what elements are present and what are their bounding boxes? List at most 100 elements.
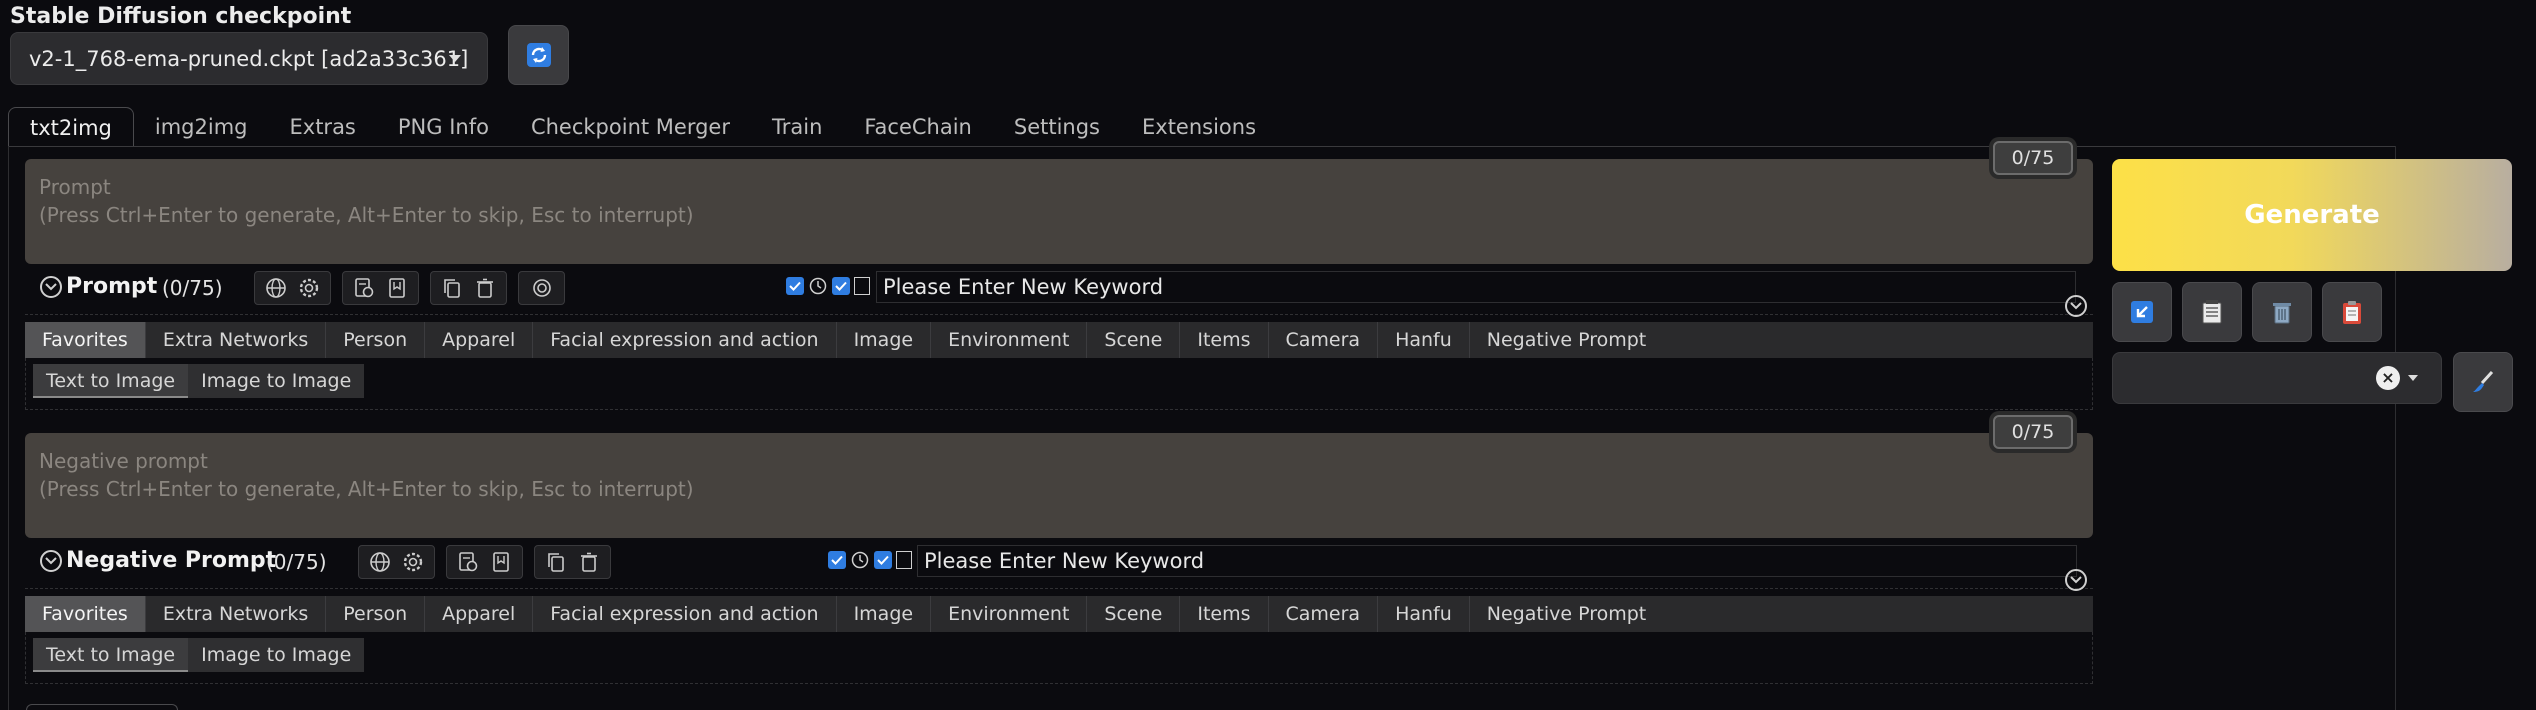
negative-expand-button[interactable] <box>2065 569 2087 591</box>
subtab-text-to-image[interactable]: Text to Image <box>33 638 189 672</box>
negative-prompt-label: Negative Prompt <box>66 548 277 573</box>
negative-prompt-collapse-toggle[interactable] <box>40 550 62 572</box>
history-icon <box>354 278 374 298</box>
negative-keyword-input[interactable]: Please Enter New Keyword <box>917 545 2077 577</box>
prompt-keyword-input[interactable]: Please Enter New Keyword <box>876 271 2076 303</box>
apply-styles-button[interactable] <box>2322 282 2382 342</box>
category-extra-networks[interactable]: Extra Networks <box>146 322 327 358</box>
keyword-option-checkbox[interactable] <box>854 277 870 295</box>
category-hanfu[interactable]: Hanfu <box>1378 322 1470 358</box>
keyword-enable-checkbox[interactable] <box>874 551 892 569</box>
tab-extensions[interactable]: Extensions <box>1121 107 1277 147</box>
auto-translate-checkbox[interactable] <box>828 551 846 569</box>
category-favorites[interactable]: Favorites <box>25 322 146 358</box>
prompt-expand-button[interactable] <box>2065 295 2087 317</box>
read-params-button[interactable] <box>2112 282 2172 342</box>
subtab-text-to-image[interactable]: Text to Image <box>33 364 189 398</box>
tab-img2img[interactable]: img2img <box>134 107 269 147</box>
checkpoint-title: Stable Diffusion checkpoint <box>10 4 352 29</box>
negative-keyword-toggles <box>828 550 912 570</box>
category-negative-prompt[interactable]: Negative Prompt <box>1470 322 1663 358</box>
prompt-keyword-toggles <box>786 276 870 296</box>
tab-txt2img[interactable]: txt2img <box>8 107 134 147</box>
tab-train[interactable]: Train <box>751 107 843 147</box>
copy-button[interactable] <box>542 548 570 576</box>
clear-styles-icon[interactable]: × <box>2376 366 2400 390</box>
chevron-down-icon <box>45 557 57 565</box>
category-scene[interactable]: Scene <box>1087 596 1181 632</box>
prompt-token-counter: 0/75 <box>1993 141 2073 175</box>
generate-button[interactable]: Generate <box>2112 159 2512 271</box>
refresh-checkpoint-button[interactable] <box>508 25 569 85</box>
negative-translate-group <box>358 545 435 579</box>
keyword-option-checkbox[interactable] <box>896 551 912 569</box>
translate-button[interactable] <box>262 274 290 302</box>
category-environment[interactable]: Environment <box>931 322 1088 358</box>
styles-dropdown[interactable]: × <box>2112 352 2442 404</box>
checkpoint-dropdown[interactable]: v2-1_768-ema-pruned.ckpt [ad2a33c361] <box>10 32 488 85</box>
clipboard-icon <box>2343 301 2361 324</box>
category-apparel[interactable]: Apparel <box>425 322 534 358</box>
clear-button[interactable] <box>575 548 603 576</box>
category-person[interactable]: Person <box>326 322 426 358</box>
category-person[interactable]: Person <box>326 596 426 632</box>
prompt-textarea[interactable]: Prompt (Press Ctrl+Enter to generate, Al… <box>25 159 2093 264</box>
trash-icon <box>581 552 598 572</box>
translate-button[interactable] <box>366 548 394 576</box>
gear-icon <box>300 278 319 298</box>
tab-facechain[interactable]: FaceChain <box>843 107 992 147</box>
negative-prompt-placeholder-hint: (Press Ctrl+Enter to generate, Alt+Enter… <box>39 477 694 501</box>
clear-button[interactable] <box>471 274 499 302</box>
category-facial-expression[interactable]: Facial expression and action <box>533 596 837 632</box>
main-tabs: txt2img img2img Extras PNG Info Checkpoi… <box>8 107 1277 147</box>
auto-translate-checkbox[interactable] <box>786 277 804 295</box>
edit-styles-button[interactable] <box>2453 352 2513 412</box>
keyword-enable-checkbox[interactable] <box>832 277 850 295</box>
chevron-down-icon <box>2070 302 2082 310</box>
chatgpt-button[interactable] <box>528 274 556 302</box>
checkpoint-selected-value: v2-1_768-ema-pruned.ckpt [ad2a33c361] <box>29 46 469 71</box>
notepad-icon <box>2202 300 2222 324</box>
category-apparel[interactable]: Apparel <box>425 596 534 632</box>
history-button[interactable] <box>350 274 378 302</box>
prompt-placeholder: Prompt <box>39 175 111 199</box>
bookmark-button[interactable] <box>487 548 515 576</box>
category-camera[interactable]: Camera <box>1269 322 1379 358</box>
tab-extras[interactable]: Extras <box>269 107 377 147</box>
category-items[interactable]: Items <box>1180 322 1269 358</box>
tab-png-info[interactable]: PNG Info <box>377 107 510 147</box>
next-section-edge <box>26 704 178 710</box>
clear-prompt-button[interactable] <box>2252 282 2312 342</box>
category-scene[interactable]: Scene <box>1087 322 1181 358</box>
prompt-collapse-toggle[interactable] <box>40 276 62 298</box>
category-hanfu[interactable]: Hanfu <box>1378 596 1470 632</box>
category-image[interactable]: Image <box>837 322 932 358</box>
prompt-history-group <box>342 271 419 305</box>
translate-settings-button[interactable] <box>399 548 427 576</box>
history-icon <box>458 552 478 572</box>
subtab-image-to-image[interactable]: Image to Image <box>188 638 364 672</box>
subtab-image-to-image[interactable]: Image to Image <box>188 364 364 398</box>
category-environment[interactable]: Environment <box>931 596 1088 632</box>
category-image[interactable]: Image <box>837 596 932 632</box>
translate-settings-button[interactable] <box>295 274 323 302</box>
category-extra-networks[interactable]: Extra Networks <box>146 596 327 632</box>
tab-settings[interactable]: Settings <box>993 107 1121 147</box>
category-camera[interactable]: Camera <box>1269 596 1379 632</box>
arrow-down-left-icon <box>2131 301 2153 323</box>
chevron-down-icon <box>45 283 57 291</box>
category-items[interactable]: Items <box>1180 596 1269 632</box>
category-facial-expression[interactable]: Facial expression and action <box>533 322 837 358</box>
copy-button[interactable] <box>438 274 466 302</box>
paste-prompt-button[interactable] <box>2182 282 2242 342</box>
bookmark-button[interactable] <box>383 274 411 302</box>
negative-history-group <box>446 545 523 579</box>
chevron-down-icon <box>2070 576 2082 584</box>
history-button[interactable] <box>454 548 482 576</box>
category-favorites[interactable]: Favorites <box>25 596 146 632</box>
tab-checkpoint-merger[interactable]: Checkpoint Merger <box>510 107 751 147</box>
negative-prompt-count: (0/75) <box>266 550 327 574</box>
negative-favorites-subtabs: Text to Image Image to Image <box>33 638 365 672</box>
category-negative-prompt[interactable]: Negative Prompt <box>1470 596 1663 632</box>
negative-prompt-textarea[interactable]: Negative prompt (Press Ctrl+Enter to gen… <box>25 433 2093 538</box>
